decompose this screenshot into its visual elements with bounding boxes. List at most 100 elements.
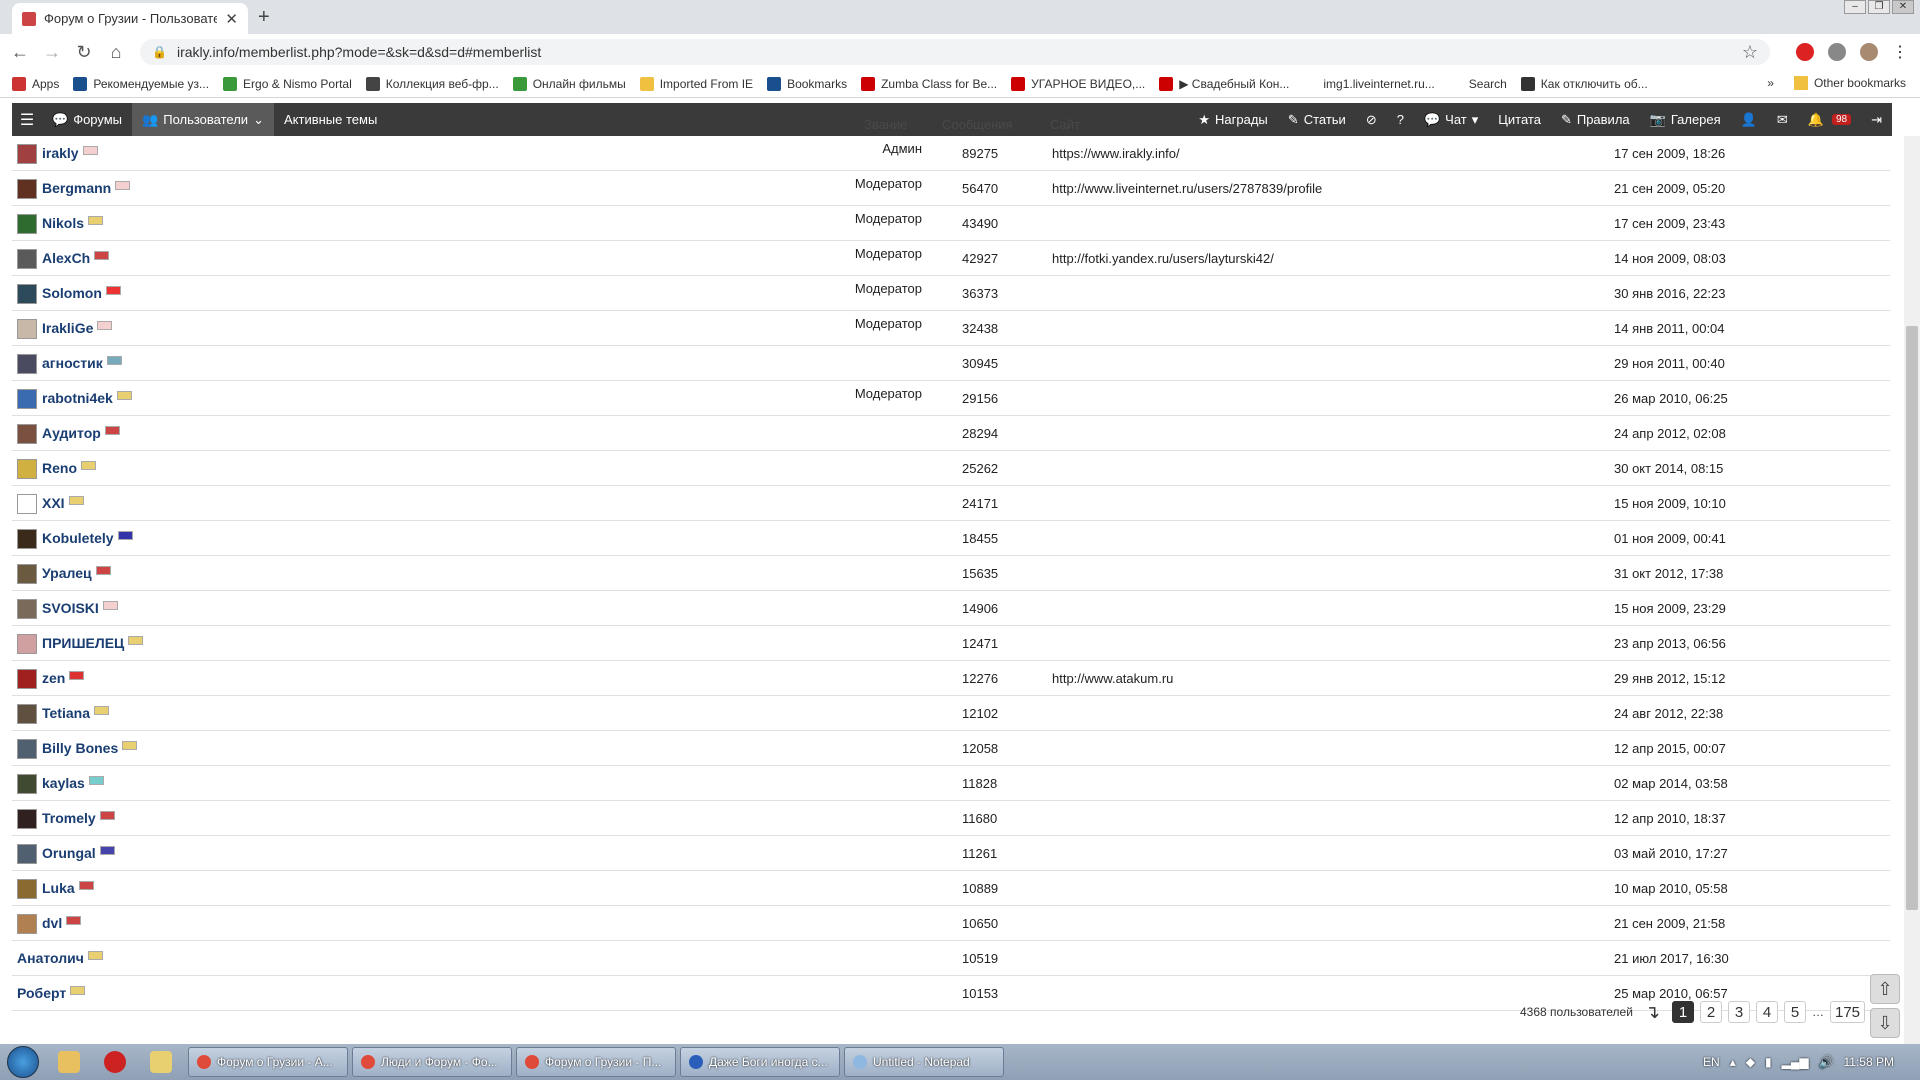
member-posts[interactable]: 12276 bbox=[962, 671, 998, 686]
avatar[interactable] bbox=[17, 914, 37, 934]
nav-ban-icon[interactable]: ⊘ bbox=[1356, 103, 1387, 136]
avatar[interactable] bbox=[17, 389, 37, 409]
avatar[interactable] bbox=[17, 599, 37, 619]
member-posts[interactable]: 24171 bbox=[962, 496, 998, 511]
avatar[interactable] bbox=[17, 494, 37, 514]
member-name-link[interactable]: SVOISKI bbox=[42, 600, 99, 616]
nav-chat[interactable]: 💬 Чат ▾ bbox=[1414, 103, 1488, 136]
avatar[interactable] bbox=[17, 214, 37, 234]
address-bar[interactable]: 🔒 irakly.info/memberlist.php?mode=&sk=d&… bbox=[140, 39, 1770, 65]
avatar[interactable] bbox=[17, 844, 37, 864]
member-posts[interactable]: 11828 bbox=[962, 776, 997, 791]
network-icon[interactable]: ▮ bbox=[1765, 1055, 1772, 1069]
close-tab-icon[interactable]: ✕ bbox=[225, 10, 238, 28]
avatar[interactable] bbox=[17, 529, 37, 549]
page-scrollbar[interactable] bbox=[1904, 136, 1920, 1044]
member-name-link[interactable]: Bergmann bbox=[42, 180, 111, 196]
nav-gallery[interactable]: 📷 Галерея bbox=[1640, 103, 1731, 136]
quicklaunch-folder-icon[interactable] bbox=[58, 1051, 80, 1073]
bookmark-img1-liveinternet[interactable]: img1.liveinternet.ru... bbox=[1303, 76, 1435, 91]
language-indicator[interactable]: EN bbox=[1703, 1055, 1720, 1069]
scroll-to-top-icon[interactable]: ⇧ bbox=[1870, 974, 1900, 1004]
nav-inbox-icon[interactable]: ✉ bbox=[1767, 103, 1798, 136]
nav-articles[interactable]: ✎ Статьи bbox=[1278, 103, 1356, 136]
taskbar-notepad-window[interactable]: Untitled - Notepad bbox=[844, 1047, 1004, 1077]
member-name-link[interactable]: kaylas bbox=[42, 775, 85, 791]
avatar[interactable] bbox=[17, 179, 37, 199]
dropbox-icon[interactable]: ◆ bbox=[1746, 1055, 1755, 1069]
back-icon[interactable]: ← bbox=[8, 40, 32, 64]
scrollbar-thumb[interactable] bbox=[1906, 326, 1918, 910]
hamburger-menu-icon[interactable]: ☰ bbox=[12, 110, 42, 130]
taskbar-word-window[interactable]: Даже Боги иногда с... bbox=[680, 1047, 840, 1077]
member-name-link[interactable]: Уралец bbox=[42, 565, 92, 581]
taskbar-chrome-window-3[interactable]: Форум о Грузии - П... bbox=[516, 1047, 676, 1077]
bookmark-search[interactable]: Search bbox=[1448, 76, 1507, 91]
nav-logout-icon[interactable]: ⇥ bbox=[1861, 103, 1892, 136]
browser-tab[interactable]: Форум о Грузии - Пользовател... ✕ bbox=[12, 3, 248, 34]
member-name-link[interactable]: агностик bbox=[42, 355, 103, 371]
nav-user-icon[interactable]: 👤 bbox=[1731, 103, 1767, 136]
bookmark-recommended[interactable]: Рекомендуемые уз... bbox=[73, 76, 209, 91]
avatar[interactable] bbox=[17, 564, 37, 584]
bookmark-ergo-nismo[interactable]: Ergo & Nismo Portal bbox=[223, 76, 352, 91]
member-posts[interactable]: 30945 bbox=[962, 356, 998, 371]
member-posts[interactable]: 12102 bbox=[962, 706, 998, 721]
member-name-link[interactable]: Reno bbox=[42, 460, 77, 476]
column-header-posts[interactable]: Сообщения bbox=[942, 117, 1013, 132]
nav-notifications[interactable]: 🔔 98 bbox=[1798, 103, 1861, 136]
member-name-link[interactable]: zen bbox=[42, 670, 65, 686]
avatar[interactable] bbox=[17, 774, 37, 794]
page-5[interactable]: 5 bbox=[1784, 1001, 1806, 1023]
bookmark-wedding[interactable]: ▶ Свадебный Кон... bbox=[1159, 76, 1289, 91]
forward-icon[interactable]: → bbox=[40, 40, 64, 64]
home-icon[interactable]: ⌂ bbox=[104, 40, 128, 64]
member-name-link[interactable]: irakly bbox=[42, 145, 79, 161]
bookmark-star-icon[interactable]: ☆ bbox=[1742, 42, 1758, 63]
reload-icon[interactable]: ↻ bbox=[72, 40, 96, 64]
member-posts[interactable]: 29156 bbox=[962, 391, 998, 406]
nav-help-icon[interactable]: ? bbox=[1387, 103, 1414, 136]
avatar[interactable] bbox=[17, 879, 37, 899]
member-posts[interactable]: 10519 bbox=[962, 951, 998, 966]
bookmark-zumba[interactable]: Zumba Class for Be... bbox=[861, 76, 997, 91]
member-posts[interactable]: 10650 bbox=[962, 916, 998, 931]
member-name-link[interactable]: Solomon bbox=[42, 285, 102, 301]
member-posts[interactable]: 15635 bbox=[962, 566, 998, 581]
member-posts[interactable]: 28294 bbox=[962, 426, 998, 441]
member-name-link[interactable]: Kobuletely bbox=[42, 530, 114, 546]
nav-users[interactable]: 👥 Пользователи ⌄ bbox=[132, 103, 274, 136]
member-website-link[interactable]: https://www.irakly.info/ bbox=[1052, 146, 1180, 161]
member-posts[interactable]: 42927 bbox=[962, 251, 998, 266]
bookmark-imported-ie[interactable]: Imported From IE bbox=[639, 76, 753, 91]
member-name-link[interactable]: Аудитор bbox=[42, 425, 101, 441]
bookmarks-overflow-icon[interactable]: » bbox=[1767, 76, 1774, 90]
opera-extension-icon[interactable] bbox=[1796, 43, 1814, 61]
taskbar-chrome-window-2[interactable]: Люди и Форум - Фо... bbox=[352, 1047, 512, 1077]
nav-forums[interactable]: 💬 Форумы bbox=[42, 103, 132, 136]
member-posts[interactable]: 14906 bbox=[962, 601, 998, 616]
page-2[interactable]: 2 bbox=[1700, 1001, 1722, 1023]
avatar[interactable] bbox=[17, 144, 37, 164]
member-name-link[interactable]: Анатолич bbox=[17, 950, 84, 966]
member-name-link[interactable]: Tetiana bbox=[42, 705, 90, 721]
avatar[interactable] bbox=[17, 669, 37, 689]
nav-quote[interactable]: Цитата bbox=[1488, 103, 1551, 136]
profile-avatar[interactable] bbox=[1860, 43, 1878, 61]
member-name-link[interactable]: Orungal bbox=[42, 845, 96, 861]
member-posts[interactable]: 36373 bbox=[962, 286, 998, 301]
quicklaunch-book-icon[interactable] bbox=[150, 1051, 172, 1073]
new-tab-icon[interactable]: + bbox=[258, 6, 270, 29]
member-name-link[interactable]: IrakliGe bbox=[42, 320, 93, 336]
page-1[interactable]: 1 bbox=[1672, 1001, 1694, 1023]
member-posts[interactable]: 11261 bbox=[962, 846, 997, 861]
bookmark-how-to-disable[interactable]: Как отключить об... bbox=[1520, 76, 1648, 91]
member-name-link[interactable]: dvl bbox=[42, 915, 62, 931]
member-posts[interactable]: 18455 bbox=[962, 531, 998, 546]
tray-expand-icon[interactable]: ▴ bbox=[1730, 1055, 1736, 1069]
bookmark-web-collection[interactable]: Коллекция веб-фр... bbox=[365, 76, 499, 91]
taskbar-chrome-window-1[interactable]: Форум о Грузии - А... bbox=[188, 1047, 348, 1077]
avatar[interactable] bbox=[17, 809, 37, 829]
member-name-link[interactable]: Luka bbox=[42, 880, 75, 896]
nav-rules[interactable]: ✎ Правила bbox=[1551, 103, 1640, 136]
